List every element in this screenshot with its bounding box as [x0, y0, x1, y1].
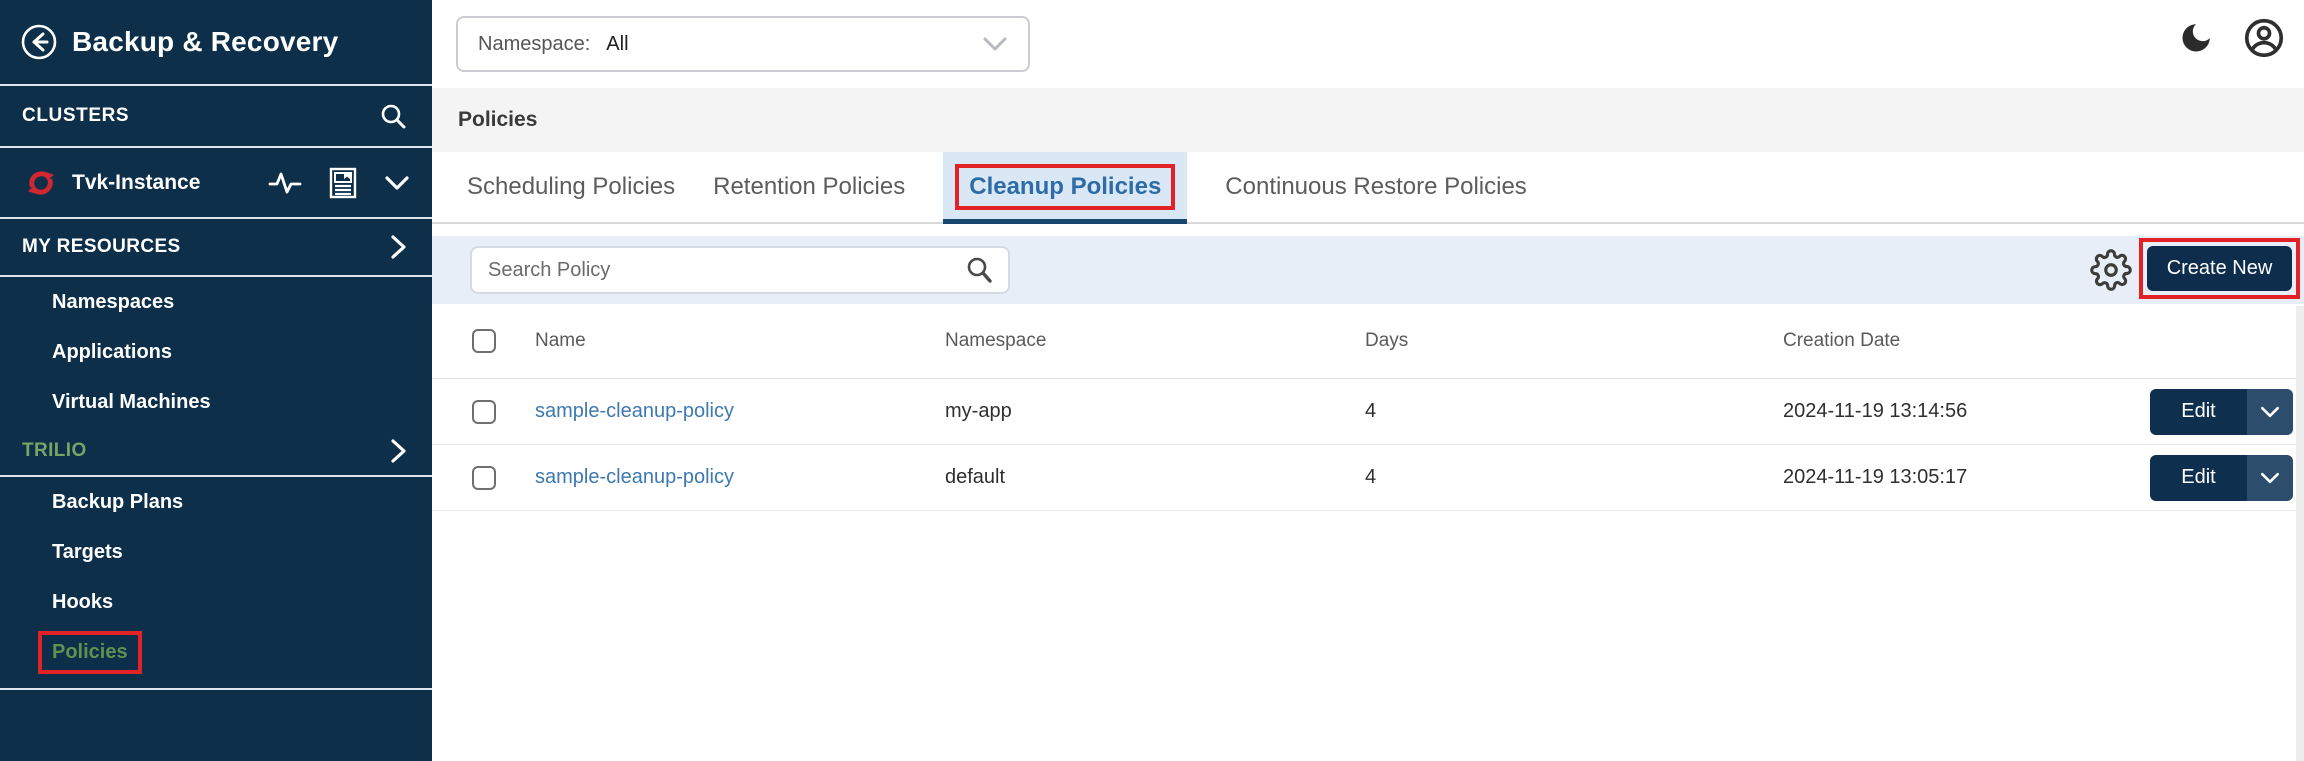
- main-content: Namespace: All: [432, 0, 2304, 761]
- settings-gear-icon[interactable]: [2090, 249, 2132, 291]
- dark-mode-moon-icon[interactable]: [2178, 20, 2214, 56]
- tabs: Scheduling Policies Retention Policies C…: [432, 152, 2304, 224]
- table-row: sample-cleanup-policy default 4 2024-11-…: [432, 445, 2304, 511]
- tab-retention-policies[interactable]: Retention Policies: [713, 152, 905, 222]
- app-header: Backup & Recovery: [0, 0, 432, 86]
- edit-button[interactable]: Edit: [2150, 389, 2247, 435]
- search-icon[interactable]: [964, 255, 994, 285]
- clusters-section: CLUSTERS: [0, 86, 432, 148]
- sidebar-item-label: Policies: [52, 641, 128, 663]
- back-icon[interactable]: [20, 23, 58, 61]
- column-header-days: Days: [1365, 330, 1783, 352]
- sidebar-item-label: Hooks: [52, 591, 113, 614]
- edit-dropdown-caret[interactable]: [2247, 455, 2293, 501]
- vertical-scrollbar[interactable]: [2296, 306, 2304, 761]
- cleanup-tab-annotation-box: Cleanup Policies: [955, 164, 1175, 210]
- chevron-down-icon[interactable]: [384, 174, 410, 192]
- tab-label: Retention Policies: [713, 173, 905, 201]
- search-box: [470, 246, 1010, 294]
- sidebar-item-label: Applications: [52, 341, 172, 364]
- cluster-instance-row[interactable]: Tvk-Instance: [0, 148, 432, 219]
- sidebar-item-label: Namespaces: [52, 291, 174, 314]
- tab-label: Cleanup Policies: [969, 173, 1161, 200]
- sidebar-item-label: Backup Plans: [52, 491, 183, 514]
- chevron-right-icon: [388, 438, 408, 464]
- create-new-button[interactable]: Create New: [2147, 246, 2292, 291]
- sidebar-item-policies[interactable]: Policies: [0, 627, 432, 677]
- tab-scheduling-policies[interactable]: Scheduling Policies: [467, 152, 675, 222]
- sidebar-item-backup-plans[interactable]: Backup Plans: [0, 477, 432, 527]
- edit-button[interactable]: Edit: [2150, 455, 2247, 501]
- tab-continuous-restore-policies[interactable]: Continuous Restore Policies: [1225, 152, 1527, 222]
- cell-namespace: default: [945, 466, 1365, 489]
- sidebar: Backup & Recovery CLUSTERS Tvk-Instance: [0, 0, 432, 761]
- sidebar-item-label: Targets: [52, 541, 123, 564]
- cluster-instance-name: Tvk-Instance: [72, 171, 200, 195]
- namespace-select[interactable]: Namespace: All: [456, 16, 1030, 72]
- policy-name-link[interactable]: sample-cleanup-policy: [535, 400, 945, 423]
- page-heading-bar: Policies: [432, 88, 2304, 152]
- namespace-select-value: All: [606, 33, 628, 56]
- edit-split-button: Edit: [2150, 389, 2293, 435]
- column-header-name: Name: [535, 330, 945, 352]
- table-header: Name Namespace Days Creation Date: [432, 304, 2304, 379]
- row-checkbox[interactable]: [472, 400, 496, 424]
- policies-annotation-box: Policies: [38, 631, 142, 674]
- search-input[interactable]: [488, 259, 964, 282]
- top-bar: Namespace: All: [432, 0, 2304, 88]
- toolbar: Create New: [432, 236, 2304, 304]
- trilio-label: TRILIO: [22, 440, 87, 462]
- sidebar-bottom-divider: [0, 688, 432, 690]
- chevron-down-icon: [982, 35, 1008, 53]
- sidebar-item-hooks[interactable]: Hooks: [0, 577, 432, 627]
- chevron-right-icon: [388, 234, 408, 260]
- column-header-creation-date: Creation Date: [1783, 330, 2150, 352]
- edit-split-button: Edit: [2150, 455, 2293, 501]
- cell-creation-date: 2024-11-19 13:14:56: [1783, 400, 2150, 423]
- sidebar-item-targets[interactable]: Targets: [0, 527, 432, 577]
- edit-dropdown-caret[interactable]: [2247, 389, 2293, 435]
- sidebar-item-virtual-machines[interactable]: Virtual Machines: [0, 377, 432, 427]
- namespace-select-label: Namespace:: [478, 33, 590, 56]
- cell-days: 4: [1365, 400, 1783, 423]
- cell-days: 4: [1365, 466, 1783, 489]
- trilio-logo-icon: [24, 166, 58, 200]
- tab-cleanup-policies[interactable]: Cleanup Policies: [943, 152, 1187, 222]
- page-title: Policies: [458, 108, 537, 132]
- select-all-checkbox[interactable]: [472, 329, 496, 353]
- cell-namespace: my-app: [945, 400, 1365, 423]
- sidebar-item-label: Virtual Machines: [52, 391, 211, 414]
- logs-book-icon[interactable]: [328, 167, 358, 199]
- sidebar-item-applications[interactable]: Applications: [0, 327, 432, 377]
- policy-name-link[interactable]: sample-cleanup-policy: [535, 466, 945, 489]
- clusters-label: CLUSTERS: [22, 105, 129, 127]
- activity-pulse-icon[interactable]: [268, 168, 302, 198]
- column-header-namespace: Namespace: [945, 330, 1365, 352]
- cell-creation-date: 2024-11-19 13:05:17: [1783, 466, 2150, 489]
- account-avatar-icon[interactable]: [2242, 16, 2286, 60]
- app-title: Backup & Recovery: [72, 26, 338, 58]
- sidebar-section-trilio[interactable]: TRILIO: [0, 427, 432, 477]
- sidebar-section-my-resources[interactable]: MY RESOURCES: [0, 219, 432, 277]
- table-row: sample-cleanup-policy my-app 4 2024-11-1…: [432, 379, 2304, 445]
- sidebar-item-namespaces[interactable]: Namespaces: [0, 277, 432, 327]
- search-icon[interactable]: [378, 101, 408, 131]
- row-checkbox[interactable]: [472, 466, 496, 490]
- create-new-annotation-box: Create New: [2139, 238, 2300, 299]
- my-resources-label: MY RESOURCES: [22, 236, 181, 258]
- tab-label: Continuous Restore Policies: [1225, 173, 1527, 201]
- tab-label: Scheduling Policies: [467, 173, 675, 201]
